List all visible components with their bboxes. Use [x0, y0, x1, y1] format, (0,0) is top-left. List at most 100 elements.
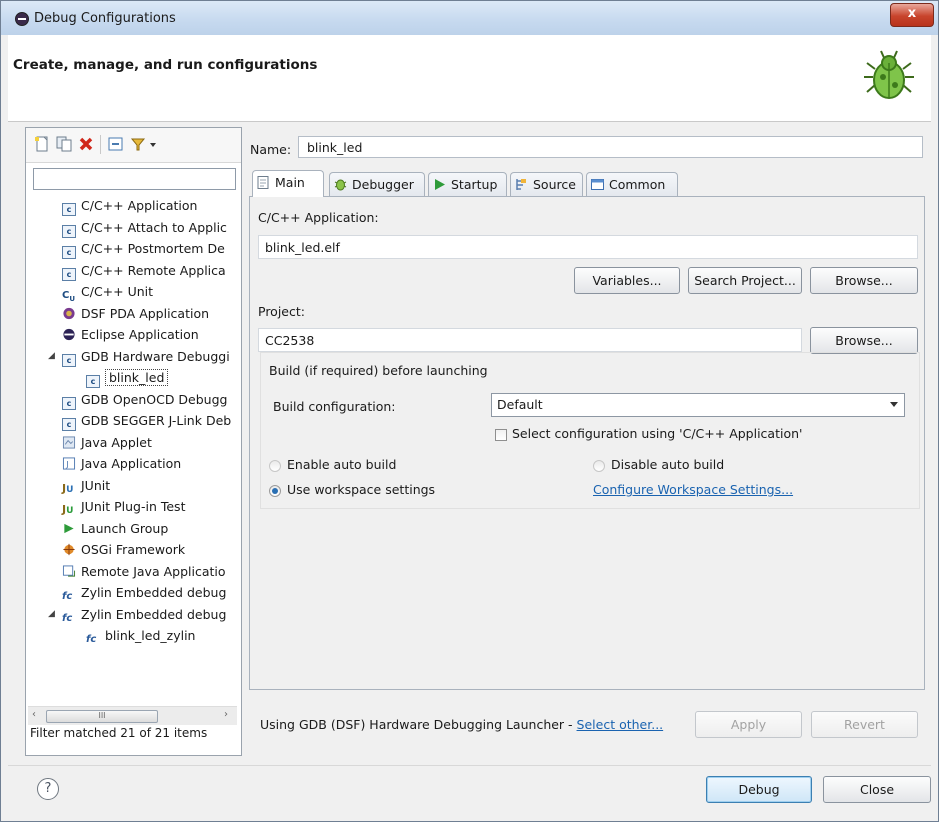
tree-item-label: JUnit [81, 477, 111, 493]
filter-icon[interactable] [130, 136, 146, 152]
scrollbar-thumb[interactable]: III [46, 710, 158, 723]
select-config-label: Select configuration using 'C/C++ Applic… [512, 426, 803, 441]
browse-project-button[interactable]: Browse... [810, 327, 918, 354]
revert-button[interactable]: Revert [811, 711, 918, 738]
tree-item-label: C/C++ Postmortem De [81, 241, 225, 256]
expand-toggle-icon[interactable]: ◢ [48, 609, 55, 619]
tree-item[interactable]: c C/C++ Remote Applica [62, 261, 226, 281]
tree-item-label: C/C++ Attach to Applic [81, 219, 227, 235]
startup-icon [435, 179, 445, 190]
window-title: Debug Configurations [34, 11, 176, 26]
browse-application-button[interactable]: Browse... [810, 267, 918, 294]
c-icon: c [62, 418, 76, 431]
configure-workspace-link[interactable]: Configure Workspace Settings... [593, 482, 793, 497]
filter-input[interactable] [33, 168, 236, 190]
tree-item[interactable]: Java Applet [62, 433, 152, 453]
source-icon [516, 179, 526, 190]
tree-item[interactable]: c GDB SEGGER J-Link Deb [62, 411, 231, 431]
close-button[interactable]: Close [823, 776, 931, 803]
tree-item[interactable]: CU C/C++ Unit [62, 282, 154, 303]
tab-startup-label: Startup [451, 177, 498, 192]
chevron-down-icon[interactable] [148, 136, 158, 152]
collapse-all-icon[interactable] [108, 136, 124, 152]
remote-java-icon [62, 564, 76, 577]
name-field[interactable]: blink_led [298, 136, 923, 158]
close-window-button[interactable]: x [890, 3, 934, 27]
debug-button[interactable]: Debug [706, 776, 812, 803]
tree-item[interactable]: Eclipse Application [62, 325, 199, 345]
main-icon [257, 176, 269, 189]
tree-item-label: C/C++ Remote Applica [81, 262, 226, 278]
dialog-window: Debug Configurations x Create, manage, a… [0, 0, 939, 822]
tab-common-label: Common [609, 177, 666, 192]
search-project-button[interactable]: Search Project... [688, 267, 802, 294]
help-icon[interactable]: ? [37, 778, 59, 800]
applet-icon [62, 435, 76, 449]
launcher-text: Using GDB (DSF) Hardware Debugging Launc… [260, 717, 577, 732]
expand-toggle-icon[interactable]: ◢ [48, 351, 55, 361]
tab-source[interactable]: Source [510, 172, 583, 196]
tree-item[interactable]: JU JUnit [62, 476, 110, 496]
tree-item-label: Remote Java Applicatio [81, 563, 226, 579]
osgi-icon [63, 543, 75, 556]
tree-item-label: GDB SEGGER J-Link Deb [81, 413, 232, 428]
project-label: Project: [258, 304, 305, 319]
junit-icon: JU [62, 481, 74, 495]
tree-item-label: OSGi Framework [81, 542, 186, 557]
build-configuration-label: Build configuration: [273, 399, 396, 414]
tab-main[interactable]: Main [252, 170, 324, 197]
cu-icon: CU [62, 290, 76, 303]
tab-debugger[interactable]: Debugger [329, 172, 425, 196]
tree-item-label: Java Application [81, 456, 182, 471]
debugger-icon [334, 179, 347, 191]
tree-item[interactable]: c GDB Hardware Debuggi [62, 347, 230, 367]
tree-item[interactable]: fc Zylin Embedded debug [62, 583, 226, 603]
tree-item[interactable]: c C/C++ Application [62, 196, 197, 216]
variables-button[interactable]: Variables... [574, 267, 680, 294]
launch-icon [64, 523, 74, 533]
delete-icon[interactable] [78, 136, 94, 152]
header-title: Create, manage, and run configurations [13, 57, 318, 73]
scroll-left-icon[interactable]: ‹ [32, 709, 36, 720]
name-label: Name: [250, 142, 292, 157]
tree-item[interactable]: Remote Java Applicatio [62, 562, 226, 582]
tab-startup[interactable]: Startup [428, 172, 507, 196]
cpp-application-field[interactable]: blink_led.elf [258, 235, 918, 259]
tree-item-label: Eclipse Application [81, 327, 199, 342]
c-icon: c [62, 246, 76, 259]
new-config-icon[interactable] [34, 136, 50, 152]
tree-item[interactable]: fc Zylin Embedded debug [62, 605, 226, 625]
tree-item[interactable]: J Java Application [62, 454, 181, 474]
tree-item[interactable]: c C/C++ Postmortem De [62, 239, 225, 259]
duplicate-icon[interactable] [56, 136, 72, 152]
tree-item[interactable]: fc blink_led_zylin [86, 626, 195, 646]
select-config-checkbox[interactable] [495, 429, 507, 441]
tab-debugger-label: Debugger [352, 177, 414, 192]
launcher-info: Using GDB (DSF) Hardware Debugging Launc… [260, 717, 663, 732]
horizontal-scrollbar[interactable]: ‹ III › [28, 706, 237, 725]
disable-auto-build-radio[interactable] [593, 460, 605, 472]
tree-item[interactable]: c blink_led [86, 368, 169, 388]
build-configuration-select[interactable]: Default [491, 393, 905, 417]
tree-item[interactable]: Launch Group [62, 519, 168, 539]
tree-item-label: DSF PDA Application [81, 305, 210, 321]
tree-item-label: C/C++ Unit [81, 284, 154, 299]
configuration-tree: c C/C++ Application c C/C++ Attach to Appli… [26, 194, 241, 706]
use-workspace-settings-radio[interactable] [269, 485, 281, 497]
svg-text:J: J [65, 459, 68, 469]
tree-item[interactable]: c GDB OpenOCD Debugg [62, 390, 227, 410]
project-field[interactable]: CC2538 [258, 328, 802, 352]
enable-auto-build-radio[interactable] [269, 460, 281, 472]
tree-item[interactable]: OSGi Framework [62, 540, 185, 560]
common-icon [591, 179, 604, 190]
tree-item[interactable]: c C/C++ Attach to Applic [62, 218, 227, 238]
scroll-right-icon[interactable]: › [224, 709, 228, 720]
apply-button[interactable]: Apply [695, 711, 802, 738]
tab-common[interactable]: Common [586, 172, 678, 196]
select-other-link[interactable]: Select other... [577, 717, 664, 732]
tree-item-label: Java Applet [81, 434, 152, 450]
zylin-icon: fc [62, 591, 73, 602]
tree-item[interactable]: JU JUnit Plug-in Test [62, 497, 185, 517]
tree-item[interactable]: DSF PDA Application [62, 304, 209, 324]
tab-source-label: Source [533, 177, 576, 192]
